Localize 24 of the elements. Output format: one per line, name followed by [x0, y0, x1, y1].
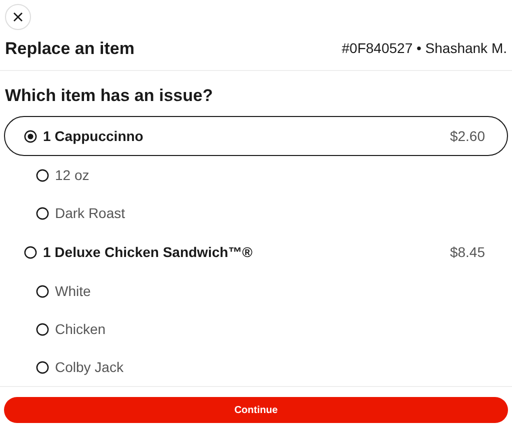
sub-option-label[interactable]: White — [55, 280, 91, 302]
item-name: 1 Deluxe Chicken Sandwich™® — [43, 242, 252, 262]
question-heading: Which item has an issue? — [4, 84, 214, 106]
item-option[interactable]: 1 Cappuccinno $2.60 — [4, 116, 508, 156]
radio-icon[interactable] — [36, 360, 49, 374]
item-option[interactable]: 1 Deluxe Chicken Sandwich™® $8.45 — [4, 232, 508, 272]
sub-option-label[interactable]: 12 oz — [55, 164, 90, 186]
radio-icon[interactable] — [36, 206, 49, 220]
item-price: $2.60 — [450, 126, 485, 146]
sub-option-label[interactable]: Colby Jack — [55, 356, 124, 378]
close-icon — [13, 12, 23, 22]
radio-selected-icon[interactable] — [24, 130, 37, 142]
item-price: $8.45 — [450, 242, 485, 262]
sub-option-label[interactable]: Dark Roast — [55, 202, 126, 224]
item-name: 1 Cappuccinno — [43, 126, 144, 146]
sub-option-label[interactable]: Chicken — [55, 318, 106, 340]
radio-icon[interactable] — [36, 322, 49, 336]
radio-icon[interactable] — [36, 168, 49, 182]
continue-button[interactable]: Continue — [4, 397, 508, 423]
page-title: Replace an item — [5, 38, 134, 60]
close-button[interactable] — [5, 4, 31, 30]
radio-icon[interactable] — [36, 284, 49, 298]
order-info: #0F840527 • Shashank M. — [342, 39, 507, 58]
radio-icon[interactable] — [24, 246, 37, 258]
